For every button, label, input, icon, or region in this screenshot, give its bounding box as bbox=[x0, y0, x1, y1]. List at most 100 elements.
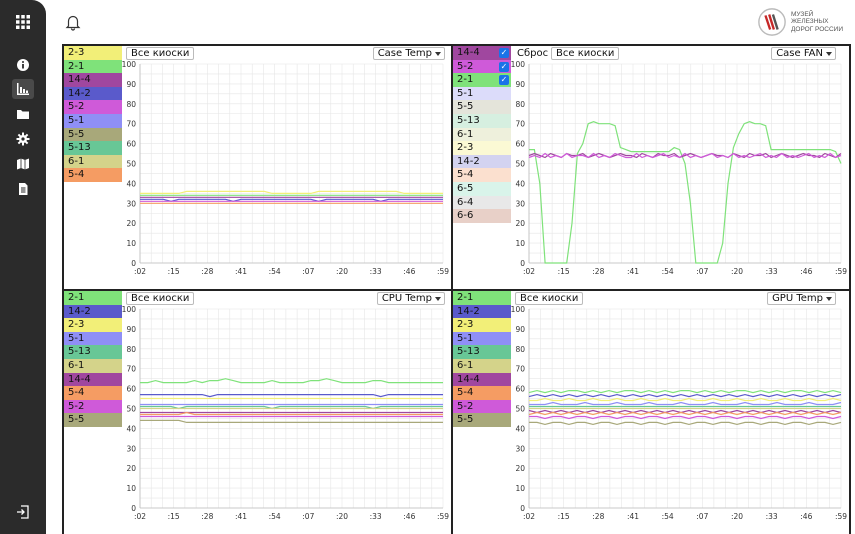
kiosk-select[interactable]: Все киоски bbox=[551, 47, 620, 60]
x-tick-label: :28 bbox=[592, 267, 604, 276]
y-tick-label: 30 bbox=[515, 199, 525, 208]
legend-item[interactable]: 5-4 bbox=[64, 168, 122, 182]
kiosk-select[interactable]: Все киоски bbox=[515, 292, 584, 305]
gear-icon[interactable] bbox=[14, 130, 32, 148]
legend-item[interactable]: 2-1 ✓ bbox=[453, 73, 511, 87]
legend-item[interactable]: 2-1 bbox=[453, 291, 511, 305]
legend-item[interactable]: 14-2 bbox=[453, 304, 511, 319]
legend-item[interactable]: 2-1 bbox=[64, 291, 122, 305]
legend-item-label: 5-1 bbox=[68, 114, 85, 126]
kiosk-select[interactable]: Все киоски bbox=[126, 292, 195, 305]
legend-item[interactable]: 6-1 bbox=[453, 127, 511, 142]
legend-item-label: 5-5 bbox=[68, 128, 85, 140]
legend-item[interactable]: 14-4 ✓ bbox=[453, 46, 511, 60]
legend-item[interactable]: 6-1 bbox=[64, 358, 122, 373]
legend-item[interactable]: 14-4 bbox=[64, 372, 122, 387]
info-icon[interactable] bbox=[14, 56, 32, 74]
legend-item[interactable]: 5-2 ✓ bbox=[453, 59, 511, 74]
chart-svg: 0102030405060708090100:02:15:28:41:54:07… bbox=[122, 305, 450, 521]
x-tick-label: :07 bbox=[696, 512, 708, 521]
legend-item[interactable]: 2-3 bbox=[453, 141, 511, 155]
apps-grid-icon[interactable] bbox=[14, 13, 32, 31]
checkbox-checked-icon[interactable]: ✓ bbox=[499, 75, 509, 86]
x-tick-label: :02 bbox=[134, 512, 146, 521]
legend-item[interactable]: 2-3 bbox=[453, 318, 511, 332]
legend-item[interactable]: 5-2 bbox=[64, 399, 122, 414]
legend-item[interactable]: 5-5 bbox=[453, 100, 511, 114]
legend-item[interactable]: 14-2 bbox=[453, 154, 511, 169]
metric-select[interactable]: CPU Temp bbox=[376, 292, 445, 305]
y-tick-label: 50 bbox=[515, 405, 525, 414]
y-tick-label: 10 bbox=[515, 239, 525, 248]
metric-select[interactable]: GPU Temp bbox=[767, 292, 836, 305]
y-tick-label: 90 bbox=[515, 325, 525, 334]
legend-item[interactable]: 6-1 bbox=[64, 154, 122, 169]
x-tick-label: :41 bbox=[627, 512, 639, 521]
logout-icon[interactable] bbox=[15, 504, 31, 520]
x-tick-label: :41 bbox=[627, 267, 639, 276]
legend-item[interactable]: 5-2 bbox=[64, 100, 122, 114]
kiosk-select[interactable]: Все киоски bbox=[126, 47, 195, 60]
legend-item[interactable]: 5-1 bbox=[64, 331, 122, 346]
legend-item[interactable]: 5-1 bbox=[64, 113, 122, 128]
checkbox-checked-icon[interactable]: ✓ bbox=[499, 61, 509, 72]
legend-item-label: 14-2 bbox=[68, 87, 91, 99]
y-tick-label: 40 bbox=[126, 179, 136, 188]
y-tick-label: 80 bbox=[515, 345, 525, 354]
legend-item[interactable]: 5-2 bbox=[453, 399, 511, 414]
legend-item[interactable]: 5-13 bbox=[453, 113, 511, 128]
legend-item[interactable]: 5-5 bbox=[453, 413, 511, 427]
x-tick-label: :59 bbox=[835, 267, 847, 276]
series-line bbox=[528, 393, 842, 398]
document-icon[interactable] bbox=[14, 180, 32, 198]
legend-item[interactable]: 14-2 bbox=[64, 86, 122, 101]
legend-item[interactable]: 5-1 bbox=[453, 331, 511, 346]
legend-item[interactable]: 5-5 bbox=[64, 127, 122, 142]
y-tick-label: 20 bbox=[126, 219, 136, 228]
legend-item-label: 2-1 bbox=[457, 74, 474, 86]
legend-item[interactable]: 5-13 bbox=[64, 345, 122, 359]
y-tick-label: 80 bbox=[126, 100, 136, 109]
series-legend: 2-1 14-2 2-3 5-1 5-13 6-1 14-4 5-4 5-2 5-5 bbox=[64, 291, 122, 427]
legend-item[interactable]: 5-13 bbox=[64, 141, 122, 155]
bell-icon[interactable] bbox=[64, 13, 82, 31]
legend-item-label: 2-1 bbox=[457, 292, 474, 303]
line-chart: 0 10 20 30 40 50 60 70 80 90 100:02:15:28:41:54:07… bbox=[511, 305, 848, 521]
legend-item[interactable]: 14-2 bbox=[64, 304, 122, 319]
legend-item[interactable]: 2-3 bbox=[64, 46, 122, 60]
checkbox-checked-icon[interactable]: ✓ bbox=[499, 48, 509, 58]
y-tick-label: 100 bbox=[511, 305, 526, 314]
y-tick-label: 20 bbox=[126, 464, 136, 473]
chart-panel: 2-1 14-2 2-3 5-1 5-13 6-1 14-4 5-4 5-2 5-5 Все кио… bbox=[64, 291, 451, 534]
legend-item-label: 14-4 bbox=[457, 373, 480, 385]
legend-item[interactable]: 5-4 bbox=[453, 168, 511, 182]
legend-item[interactable]: 5-1 bbox=[453, 86, 511, 101]
y-tick-label: 70 bbox=[515, 120, 525, 129]
legend-item[interactable]: 14-4 bbox=[64, 73, 122, 87]
legend-item[interactable]: 6-4 bbox=[453, 195, 511, 210]
legend-item[interactable]: 5-5 bbox=[64, 413, 122, 427]
legend-item[interactable]: 5-4 bbox=[64, 386, 122, 400]
metric-select[interactable]: Case FAN bbox=[771, 47, 836, 60]
map-icon[interactable] bbox=[14, 155, 32, 173]
legend-item-label: 5-2 bbox=[68, 101, 85, 113]
folder-icon[interactable] bbox=[14, 105, 32, 123]
legend-item[interactable]: 5-4 bbox=[453, 386, 511, 400]
legend-item[interactable]: 5-13 bbox=[453, 345, 511, 359]
legend-item-label: 5-5 bbox=[457, 101, 474, 113]
y-tick-label: 60 bbox=[126, 385, 136, 394]
legend-item[interactable]: 14-4 bbox=[453, 372, 511, 387]
legend-item[interactable]: 2-1 bbox=[64, 59, 122, 74]
legend-item[interactable]: 6-5 bbox=[453, 181, 511, 196]
y-tick-label: 20 bbox=[515, 219, 525, 228]
series-legend: 14-4 ✓ 5-2 ✓ 2-1 ✓ 5-1 5-5 5-13 6-1 2-3 14-2 5-4 6-5 6… bbox=[453, 46, 511, 223]
legend-item[interactable]: 6-1 bbox=[453, 358, 511, 373]
logo-line: ДОРОГ РОССИИ bbox=[791, 25, 844, 33]
legend-item[interactable]: 2-3 bbox=[64, 318, 122, 332]
legend-item-label: 5-1 bbox=[457, 332, 474, 344]
legend-item-label: 2-3 bbox=[457, 142, 474, 154]
legend-item[interactable]: 6-6 bbox=[453, 209, 511, 223]
reset-button[interactable]: Сброс bbox=[517, 47, 548, 60]
bar-chart-icon[interactable] bbox=[12, 79, 34, 99]
metric-select[interactable]: Case Temp bbox=[372, 47, 445, 60]
